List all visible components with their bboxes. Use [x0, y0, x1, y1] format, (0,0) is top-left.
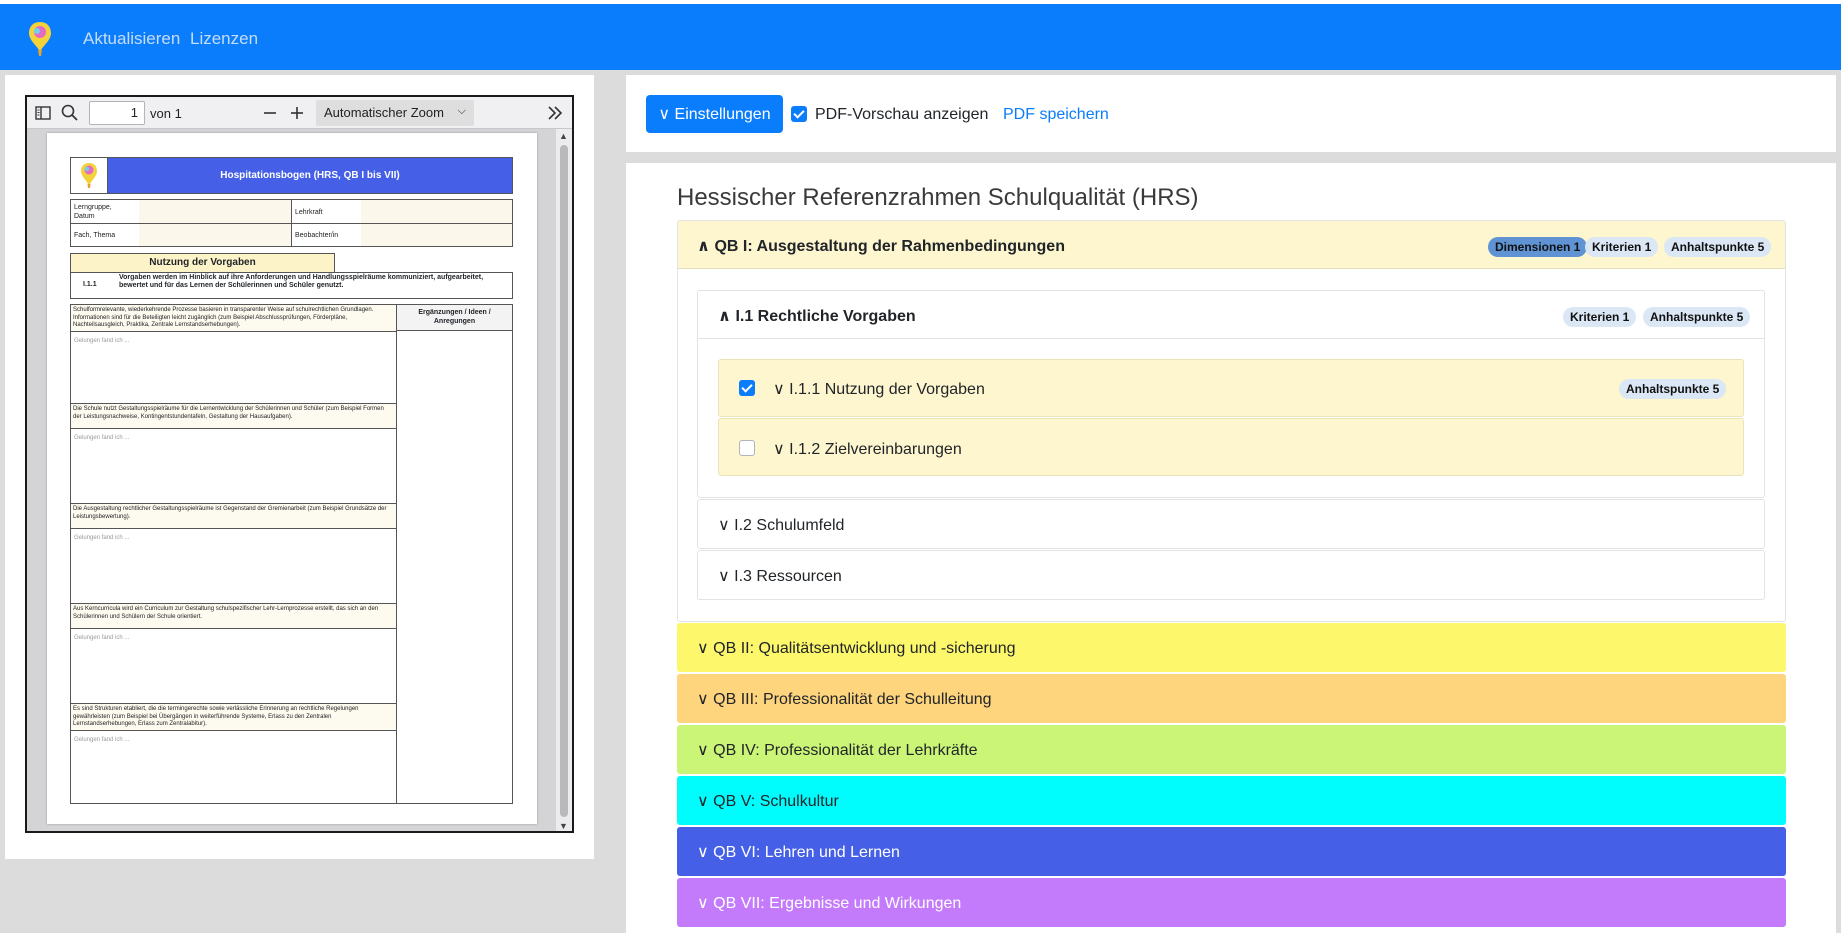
meta-lehrkraft: Lehrkraft — [295, 209, 323, 216]
nav-lizenzen[interactable]: Lizenzen — [190, 29, 258, 49]
zoom-in-icon[interactable] — [287, 103, 307, 123]
pdf-indicator-row: Die Ausgestaltung rechtlicher Gestaltung… — [71, 503, 396, 529]
qb-title[interactable]: ∨ QB II: Qualitätsentwicklung und -siche… — [697, 638, 1016, 658]
pdf-indicator-row: Es sind Strukturen etabliert, die die te… — [71, 703, 396, 731]
page-title: Hessischer Referenzrahmen Schulqualität … — [677, 184, 1199, 211]
zoom-out-icon[interactable] — [260, 103, 280, 123]
criterion-item[interactable]: ∨ I.1.1 Nutzung der Vorgaben Anhaltspunk… — [718, 359, 1744, 417]
pdf-viewer-scrollbar[interactable]: ▲ ▼ — [556, 129, 572, 831]
zoom-select[interactable]: Automatischer Zoom ⌵ — [316, 100, 474, 126]
save-pdf-link[interactable]: PDF speichern — [1003, 106, 1109, 124]
page-count-label: von 1 — [150, 106, 182, 121]
double-chevron-right-icon[interactable] — [545, 103, 565, 123]
pdf-placeholder: Gelungen fand ich ... — [74, 535, 130, 541]
qb-accordion-3[interactable]: ∨ QB III: Professionalität der Schulleit… — [677, 674, 1786, 723]
qb-accordion-2[interactable]: ∨ QB II: Qualitätsentwicklung und -siche… — [677, 623, 1786, 672]
pdf-page: Hospitationsbogen (HRS, QB I bis VII) Le… — [47, 133, 537, 824]
pdf-criterion-text: Vorgaben werden im Hinblick auf ihre Anf… — [119, 274, 484, 289]
zoom-select-value: Automatischer Zoom — [324, 105, 444, 120]
nav-aktualisieren[interactable]: Aktualisieren — [83, 29, 180, 49]
qb-title[interactable]: ∨ QB III: Professionalität der Schulleit… — [697, 689, 992, 709]
badge-dimensionen: Dimensionen 1 — [1488, 237, 1588, 257]
badge-anhaltspunkte: Anhaltspunkte 5 — [1643, 307, 1751, 327]
pdf-title: Hospitationsbogen (HRS, QB I bis VII) — [108, 158, 512, 193]
qb-accordion-4[interactable]: ∨ QB IV: Professionalität der Lehrkräfte — [677, 725, 1786, 774]
pdf-criterion-number: I.1.1 — [83, 281, 97, 288]
chevron-down-icon: ⌵ — [457, 105, 466, 117]
pdf-placeholder: Gelungen fand ich ... — [74, 635, 130, 641]
meta-lerngruppe: Lerngruppe, Datum — [74, 204, 112, 220]
meta-fach: Fach, Thema — [74, 232, 116, 239]
pdf-preview-checkbox[interactable] — [791, 106, 807, 122]
qb-title[interactable]: ∨ QB VI: Lehren und Lernen — [697, 842, 900, 862]
pdf-column-header: Ergänzungen / Ideen / Anregungen — [397, 305, 512, 331]
criterion-item[interactable]: ∨ I.1.2 Zielvereinbarungen — [718, 418, 1744, 476]
meta-beobachter: Beobachter/in — [295, 232, 339, 239]
badge-kriterien: Kriterien 1 — [1563, 307, 1637, 327]
pdf-criterion: I.1.1 Vorgaben werden im Hinblick auf ih… — [70, 272, 513, 299]
sidebar-toggle-icon[interactable] — [33, 103, 53, 123]
scroll-thumb[interactable] — [560, 145, 568, 817]
scroll-up-icon[interactable]: ▲ — [559, 131, 568, 141]
pdf-viewer: 1 von 1 Automatischer Zoom ⌵ Hospitation… — [25, 95, 574, 833]
qb-accordion-7[interactable]: ∨ QB VII: Ergebnisse und Wirkungen — [677, 878, 1786, 927]
criterion-label[interactable]: ∨ I.1.1 Nutzung der Vorgaben — [773, 379, 985, 399]
badge-anhaltspunkte: Anhaltspunkte 5 — [1664, 237, 1772, 257]
pdf-header: Hospitationsbogen (HRS, QB I bis VII) — [70, 157, 513, 194]
badge-anhaltspunkte: Anhaltspunkte 5 — [1619, 379, 1727, 399]
pdf-preview-label[interactable]: PDF-Vorschau anzeigen — [815, 106, 988, 124]
i1-title[interactable]: ∧ I.1 Rechtliche Vorgaben — [718, 306, 916, 326]
qb-title[interactable]: ∨ QB VII: Ergebnisse und Wirkungen — [697, 893, 961, 913]
pdf-logo — [71, 158, 108, 193]
controls-panel — [626, 75, 1836, 152]
balloon-logo-icon — [81, 163, 97, 188]
settings-button[interactable]: ∨ Einstellungen — [646, 95, 783, 133]
pdf-indicator-row: Die Schule nutzt Gestaltungsspielräume f… — [71, 403, 396, 429]
criterion-checkbox[interactable] — [739, 380, 755, 396]
pdf-placeholder: Gelungen fand ich ... — [74, 737, 130, 743]
qb-title[interactable]: ∨ QB V: Schulkultur — [697, 791, 839, 811]
scroll-down-icon[interactable]: ▼ — [559, 821, 568, 831]
pdf-meta-table: Lerngruppe, Datum Fach, Thema Lehrkraft … — [70, 199, 513, 247]
i1-header[interactable]: ∧ I.1 Rechtliche Vorgaben Kriterien 1 An… — [698, 291, 1764, 339]
pdf-placeholder: Gelungen fand ich ... — [74, 435, 130, 441]
search-icon[interactable] — [60, 103, 80, 123]
badge-kriterien: Kriterien 1 — [1585, 237, 1659, 257]
qb-accordion-6[interactable]: ∨ QB VI: Lehren und Lernen — [677, 827, 1786, 876]
balloon-logo-icon[interactable] — [27, 20, 53, 58]
pdf-placeholder: Gelungen fand ich ... — [74, 338, 130, 344]
pdf-indicator-row: Schulformrelevante, wiederkehrende Proze… — [71, 304, 396, 332]
qb1-title[interactable]: ∧ QB I: Ausgestaltung der Rahmenbedingun… — [697, 236, 1065, 256]
pdf-section-title: Nutzung der Vorgaben — [70, 253, 335, 273]
i3-title[interactable]: ∨ I.3 Ressourcen — [718, 566, 842, 586]
qb-title[interactable]: ∨ QB IV: Professionalität der Lehrkräfte — [697, 740, 978, 760]
qb1-header[interactable]: ∧ QB I: Ausgestaltung der Rahmenbedingun… — [678, 221, 1785, 269]
i2-accordion[interactable]: ∨ I.2 Schulumfeld — [697, 499, 1765, 549]
pdf-indicator-row: Aus Kerncurricula wird ein Curriculum zu… — [71, 603, 396, 629]
pdf-viewer-toolbar: 1 von 1 Automatischer Zoom ⌵ — [27, 97, 572, 129]
i2-title[interactable]: ∨ I.2 Schulumfeld — [718, 515, 844, 535]
criterion-checkbox[interactable] — [739, 440, 755, 456]
i3-accordion[interactable]: ∨ I.3 Ressourcen — [697, 550, 1765, 600]
qb-accordion-5[interactable]: ∨ QB V: Schulkultur — [677, 776, 1786, 825]
navbar: Aktualisieren Lizenzen — [0, 0, 1841, 70]
page-number-input[interactable]: 1 — [89, 101, 145, 125]
pdf-indicator-table: Ergänzungen / Ideen / Anregungen Schulfo… — [70, 304, 513, 804]
criterion-label[interactable]: ∨ I.1.2 Zielvereinbarungen — [773, 439, 962, 459]
